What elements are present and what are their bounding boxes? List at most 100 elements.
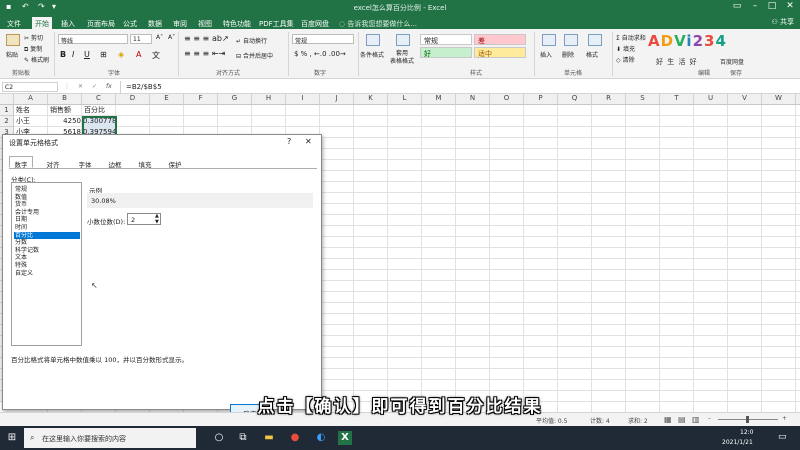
copy-button[interactable]: ⧉ 复制 xyxy=(24,44,42,54)
decimal-places-value[interactable]: 2 xyxy=(131,216,135,224)
edge-icon[interactable]: ◐ xyxy=(314,431,328,445)
enter-formula-icon[interactable]: ✓ xyxy=(92,83,97,90)
orientation-icon[interactable]: ab↗ xyxy=(212,34,229,43)
notification-icon[interactable]: ▭ xyxy=(778,432,787,442)
column-header[interactable]: N xyxy=(456,94,490,105)
format-cells-icon[interactable] xyxy=(588,34,602,46)
tab-file[interactable]: 文件 xyxy=(4,17,24,29)
excel-taskbar-icon[interactable]: X xyxy=(338,431,352,445)
wrap-text-button[interactable]: ↵ 自动换行 xyxy=(236,36,267,45)
tab-formulas[interactable]: 公式 xyxy=(120,17,140,29)
column-header[interactable]: D xyxy=(116,94,150,105)
column-header[interactable]: S xyxy=(626,94,660,105)
shrink-font-icon[interactable]: A˅ xyxy=(168,34,175,41)
tell-me-search[interactable]: ◌ 告诉我您想要做什么... xyxy=(336,17,420,29)
category-item[interactable]: 常规 xyxy=(14,186,80,194)
tab-insert[interactable]: 插入 xyxy=(58,17,78,29)
format-painter-button[interactable]: ✎ 格式刷 xyxy=(24,55,49,64)
ribbon-display-icon[interactable]: ▭ xyxy=(730,1,744,11)
tab-number[interactable]: 数字 xyxy=(9,156,33,169)
conditional-format-icon[interactable] xyxy=(366,34,380,46)
column-header[interactable]: J xyxy=(320,94,354,105)
windows-start-icon[interactable]: ⊞ xyxy=(5,431,19,445)
taskbar-search-box[interactable]: ⌕ 在这里输入你要搜索的内容 xyxy=(24,428,196,448)
font-size-select[interactable]: 11 xyxy=(130,34,152,44)
column-header[interactable]: A xyxy=(14,94,48,105)
column-header[interactable]: X xyxy=(796,94,800,105)
tab-font[interactable]: 字体 xyxy=(73,156,97,169)
column-header[interactable]: M xyxy=(422,94,456,105)
table-format-icon[interactable] xyxy=(396,34,410,46)
column-header[interactable]: I xyxy=(286,94,320,105)
category-item[interactable]: 货币 xyxy=(14,201,80,209)
column-header[interactable]: C xyxy=(82,94,116,105)
paste-button[interactable]: 粘贴 xyxy=(6,50,18,59)
maximize-icon[interactable]: □ xyxy=(765,1,779,11)
align-top-icon[interactable]: ≡ ≡ ≡ xyxy=(184,34,209,43)
font-name-select[interactable]: 等线 xyxy=(58,34,128,45)
close-window-icon[interactable]: ✕ xyxy=(783,1,797,11)
italic-button[interactable]: I xyxy=(72,50,74,59)
font-color-icon[interactable]: A xyxy=(136,50,141,59)
store-icon[interactable]: ● xyxy=(288,431,302,445)
column-header[interactable]: P xyxy=(524,94,558,105)
column-header[interactable]: E xyxy=(150,94,184,105)
task-view-icon[interactable]: ○ xyxy=(212,431,226,445)
format-cells-button[interactable]: 格式 xyxy=(586,50,598,59)
style-bad[interactable]: 差 xyxy=(474,34,526,45)
tab-data[interactable]: 数据 xyxy=(145,17,165,29)
column-header[interactable]: T xyxy=(660,94,694,105)
help-button[interactable]: ? xyxy=(287,137,291,146)
cell-A1[interactable]: 姓名 xyxy=(16,105,30,116)
grow-font-icon[interactable]: A˄ xyxy=(156,34,163,41)
column-header[interactable]: L xyxy=(388,94,422,105)
row-header[interactable]: 1 xyxy=(0,105,14,116)
column-header[interactable]: F xyxy=(184,94,218,105)
tab-border[interactable]: 边框 xyxy=(103,156,127,169)
tab-baidu-netdisk[interactable]: 百度网盘 xyxy=(298,17,332,29)
tab-fill[interactable]: 填充 xyxy=(133,156,157,169)
tab-home[interactable]: 开始 xyxy=(32,17,52,29)
category-item[interactable]: 文本 xyxy=(14,254,80,262)
delete-cells-button[interactable]: 删除 xyxy=(562,50,574,59)
indent-icon[interactable]: ⇤⇥ xyxy=(212,49,225,58)
conditional-format-button[interactable]: 条件格式 xyxy=(360,50,384,59)
paste-icon[interactable] xyxy=(6,34,20,46)
merge-center-button[interactable]: ⊟ 合并后居中 xyxy=(236,51,273,60)
style-good[interactable]: 好 xyxy=(420,47,472,58)
insert-function-icon[interactable]: fx xyxy=(106,83,112,90)
currency-percent-comma-icons[interactable]: $ % , ←.0 .00→ xyxy=(294,50,346,58)
zoom-slider-thumb[interactable] xyxy=(746,416,749,423)
formula-input[interactable]: =B2/$B$5 xyxy=(126,83,162,91)
fill-color-icon[interactable]: ◈ xyxy=(118,50,124,59)
tab-alignment[interactable]: 对齐 xyxy=(41,156,65,169)
name-box[interactable]: C2 xyxy=(2,82,58,92)
tab-protection[interactable]: 保护 xyxy=(163,156,187,169)
column-header[interactable]: W xyxy=(762,94,796,105)
column-header[interactable]: K xyxy=(354,94,388,105)
category-item[interactable]: 日期 xyxy=(14,216,80,224)
tab-pdf-tools[interactable]: PDF工具集 xyxy=(256,17,297,29)
category-item[interactable]: 时间 xyxy=(14,224,80,232)
tab-page-layout[interactable]: 页面布局 xyxy=(84,17,118,29)
category-item[interactable]: 分数 xyxy=(14,239,80,247)
tab-review[interactable]: 审阅 xyxy=(170,17,190,29)
share-button[interactable]: ⚇ 共享 xyxy=(771,17,794,27)
category-item[interactable]: 特殊 xyxy=(14,262,80,270)
align-left-icon[interactable]: ≡ ≡ ≡ xyxy=(184,49,209,58)
tab-special[interactable]: 特色功能 xyxy=(220,17,254,29)
insert-cells-button[interactable]: 插入 xyxy=(540,50,552,59)
autosum-button[interactable]: Σ 自动求和 xyxy=(616,33,646,42)
category-list[interactable]: 常规 数值 货币 会计专用 日期 时间 百分比 分数 科学记数 文本 特殊 自定义 xyxy=(11,182,82,346)
insert-cells-icon[interactable] xyxy=(542,34,556,46)
phonetic-icon[interactable]: 文 xyxy=(152,50,160,61)
column-header[interactable]: O xyxy=(490,94,524,105)
column-header[interactable]: B xyxy=(48,94,82,105)
border-icon[interactable]: ⊞ xyxy=(100,50,107,59)
column-header[interactable]: Q xyxy=(558,94,592,105)
column-header[interactable]: V xyxy=(728,94,762,105)
cell-A2[interactable]: 小王 xyxy=(16,116,30,127)
cell-C1[interactable]: 百分比 xyxy=(84,105,105,116)
category-item[interactable]: 自定义 xyxy=(14,270,80,278)
underline-button[interactable]: U xyxy=(84,50,90,59)
